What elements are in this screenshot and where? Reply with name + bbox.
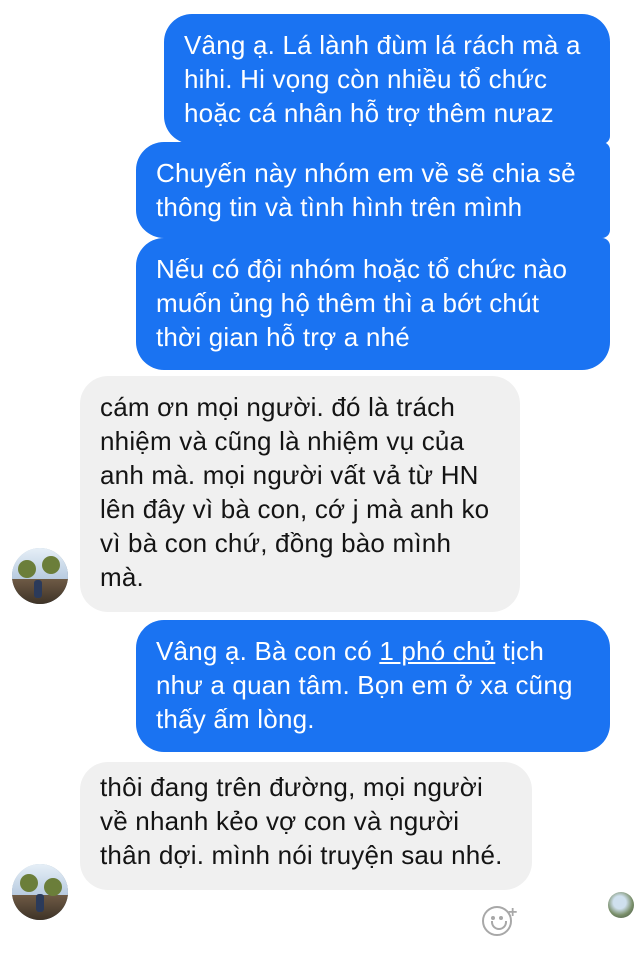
incoming-message[interactable]: thôi đang trên đường, mọi người về nhanh… — [80, 762, 532, 890]
message-text: Vâng ạ. Lá lành đùm lá rách mà a hihi. H… — [184, 30, 581, 128]
message-text: Chuyến này nhóm em về sẽ chia sẻ thông t… — [156, 158, 576, 222]
contact-avatar[interactable] — [12, 548, 68, 604]
message-link[interactable]: 1 phó chủ — [379, 636, 495, 666]
smiley-eye — [491, 916, 495, 920]
plus-icon: + — [508, 904, 518, 921]
outgoing-message[interactable]: Nếu có đội nhóm hoặc tổ chức nào muốn ủn… — [136, 238, 610, 370]
outgoing-message[interactable]: Vâng ạ. Bà con có 1 phó chủ tịch như a q… — [136, 620, 610, 752]
avatar-person — [36, 894, 44, 912]
outgoing-message[interactable]: Chuyến này nhóm em về sẽ chia sẻ thông t… — [136, 142, 610, 238]
avatar-person — [34, 580, 42, 598]
avatar-tree — [20, 874, 38, 892]
avatar-tree — [44, 878, 62, 896]
message-text: thôi đang trên đường, mọi người về nhanh… — [100, 772, 503, 870]
smiley-mouth — [491, 921, 507, 930]
message-text: Vâng ạ. Bà con có — [156, 636, 380, 666]
contact-avatar[interactable] — [12, 864, 68, 920]
smiley-eye — [499, 916, 503, 920]
outgoing-message[interactable]: Vâng ạ. Lá lành đùm lá rách mà a hihi. H… — [164, 14, 610, 144]
incoming-message[interactable]: cám ơn mọi người. đó là trách nhiệm và c… — [80, 376, 520, 612]
read-receipt-avatar — [608, 892, 634, 918]
avatar-tree — [18, 560, 36, 578]
message-text: cám ơn mọi người. đó là trách nhiệm và c… — [100, 392, 490, 592]
avatar-tree — [42, 556, 60, 574]
message-text: Nếu có đội nhóm hoặc tổ chức nào muốn ủn… — [156, 254, 568, 352]
